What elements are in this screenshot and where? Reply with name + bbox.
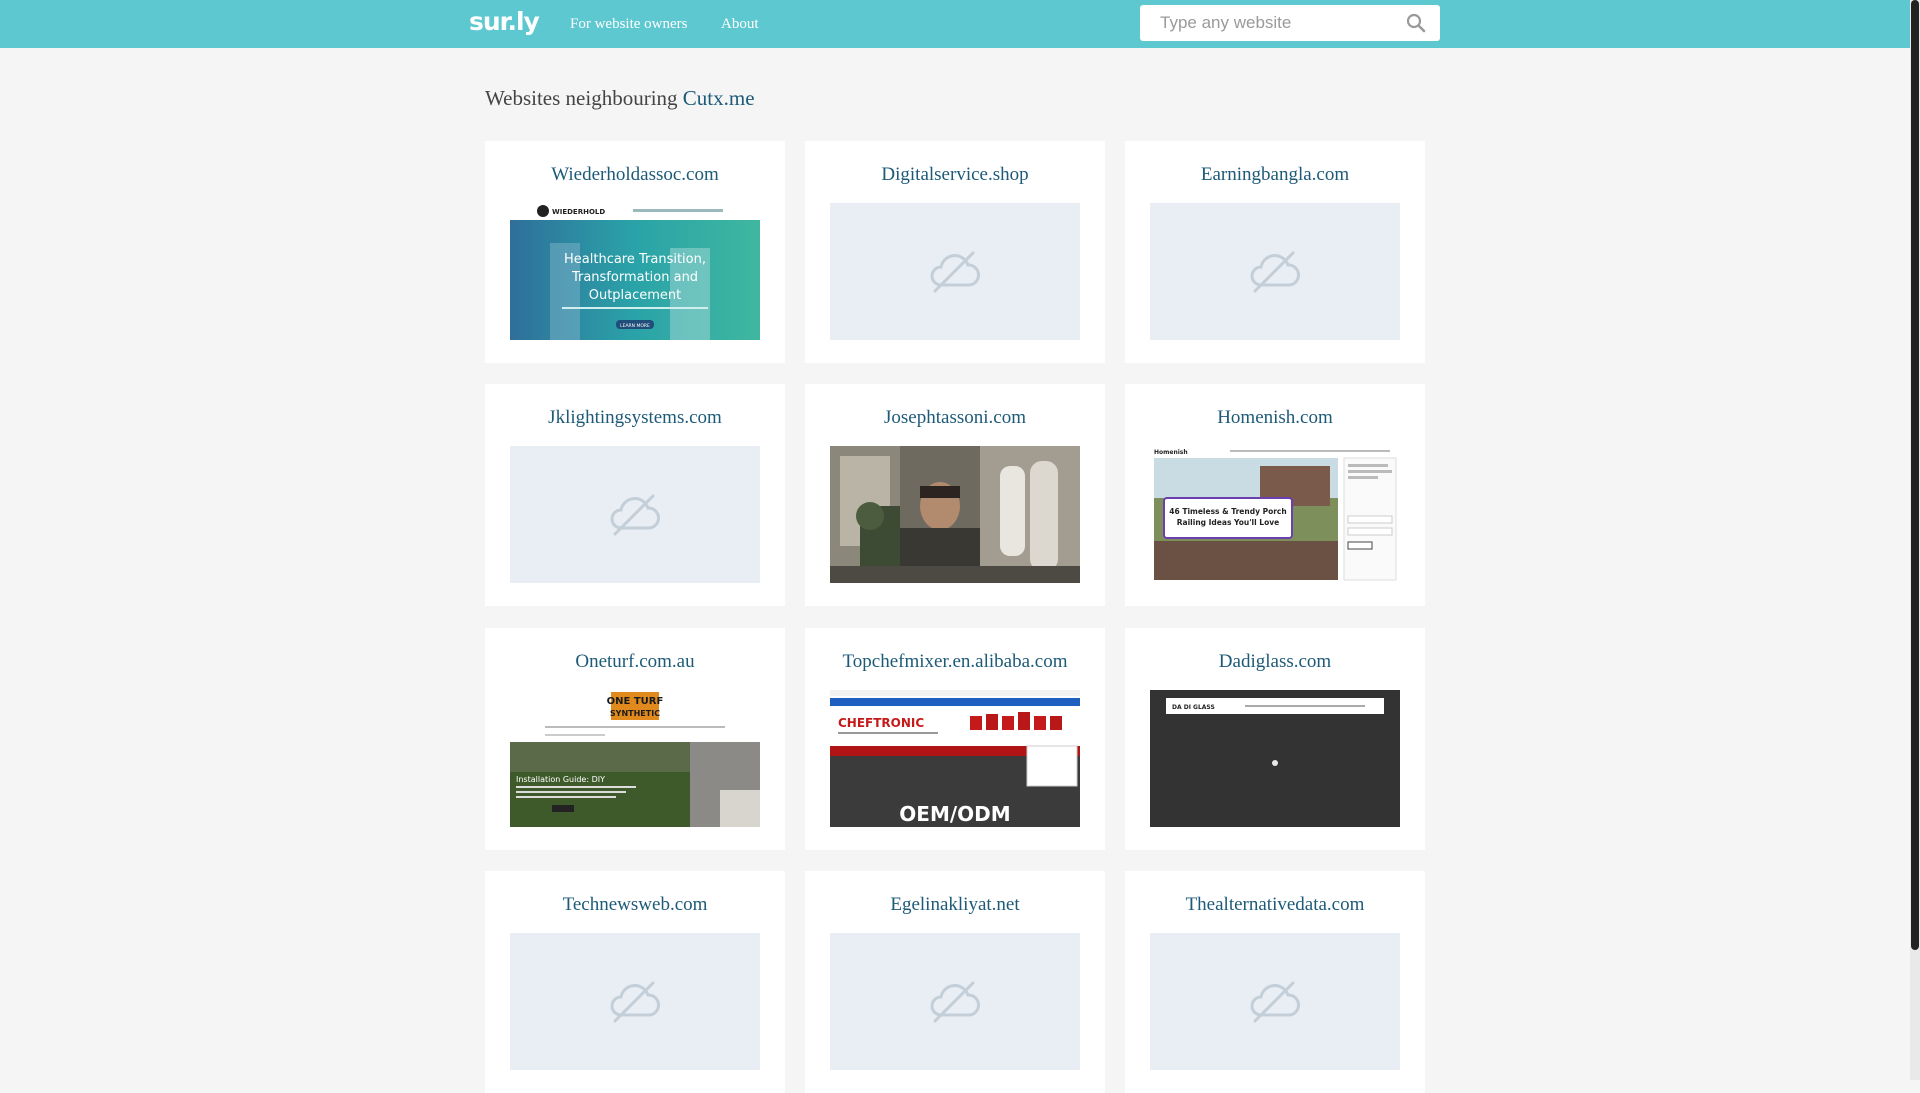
card-title[interactable]: Egelinakliyat.net <box>805 893 1105 917</box>
surly-logo[interactable]: sur.ly <box>469 6 540 38</box>
top-navigation-bar: sur.ly For website owners About <box>0 0 1910 48</box>
no-preview-cloud-icon <box>930 251 980 293</box>
card-title[interactable]: Homenish.com <box>1125 406 1425 430</box>
logo-text-end: ly <box>515 7 540 36</box>
website-card[interactable]: Thealternativedata.com <box>1125 871 1425 1093</box>
website-card[interactable]: Topchefmixer.en.alibaba.com CHEFTRONIC O… <box>805 628 1105 850</box>
website-thumbnail[interactable] <box>510 933 760 1070</box>
thumb-oem-odm: OEM/ODM <box>899 802 1010 826</box>
card-title[interactable]: Oneturf.com.au <box>485 650 785 674</box>
website-thumbnail[interactable]: DA DI GLASS <box>1150 690 1400 827</box>
card-title[interactable]: Dadiglass.com <box>1125 650 1425 674</box>
website-card[interactable]: Earningbangla.com <box>1125 141 1425 363</box>
website-card[interactable]: Digitalservice.shop <box>805 141 1105 363</box>
heading-site-name[interactable]: Cutx.me <box>683 86 755 110</box>
search-box <box>1140 5 1440 41</box>
website-card[interactable]: Dadiglass.com DA DI GLASS <box>1125 628 1425 850</box>
search-input[interactable] <box>1140 5 1390 41</box>
website-card[interactable]: Jklightingsystems.com <box>485 384 785 606</box>
website-thumbnail[interactable]: CHEFTRONIC OEM/ODM <box>830 690 1080 827</box>
thumb-headline-3: Outplacement <box>589 288 682 303</box>
no-preview-cloud-icon <box>1250 251 1300 293</box>
no-preview-cloud-icon <box>930 981 980 1023</box>
website-card[interactable]: Egelinakliyat.net <box>805 871 1105 1093</box>
website-thumbnail[interactable]: WIEDERHOLD Healthcare Transition, Transf… <box>510 203 760 340</box>
card-title[interactable]: Josephtassoni.com <box>805 406 1105 430</box>
thumb-oneturf-logo-2: SYNTHETIC <box>610 709 660 718</box>
website-thumbnail[interactable] <box>830 933 1080 1070</box>
heading-prefix: Websites neighbouring <box>485 86 683 110</box>
thumb-dadiglass-logo: DA DI GLASS <box>1172 704 1215 711</box>
thumb-homenish-logo: Homenish <box>1154 449 1188 456</box>
website-card[interactable]: Technewsweb.com <box>485 871 785 1093</box>
card-title[interactable]: Earningbangla.com <box>1125 163 1425 187</box>
card-title[interactable]: Jklightingsystems.com <box>485 406 785 430</box>
thumb-homenish-headline-1: 46 Timeless & Trendy Porch <box>1169 507 1286 516</box>
no-preview-cloud-icon <box>1250 981 1300 1023</box>
thumb-homenish-headline-2: Railing Ideas You'll Love <box>1177 518 1279 527</box>
logo-text: sur <box>469 7 508 36</box>
nav-link-about[interactable]: About <box>721 15 759 33</box>
search-icon[interactable] <box>1406 13 1426 33</box>
website-thumbnail[interactable] <box>1150 933 1400 1070</box>
card-title[interactable]: Digitalservice.shop <box>805 163 1105 187</box>
thumb-learn-more: LEARN MORE <box>620 323 650 329</box>
no-preview-cloud-icon <box>610 981 660 1023</box>
website-thumbnail[interactable] <box>830 446 1080 583</box>
nav-link-website-owners[interactable]: For website owners <box>570 15 687 33</box>
website-thumbnail[interactable] <box>510 446 760 583</box>
thumb-oneturf-headline: Installation Guide: DIY <box>516 775 605 784</box>
thumb-headline-2: Transformation and <box>571 270 698 285</box>
card-title[interactable]: Wiederholdassoc.com <box>485 163 785 187</box>
website-card[interactable]: Oneturf.com.au ONE TURF SYNTHETIC Instal… <box>485 628 785 850</box>
card-title[interactable]: Topchefmixer.en.alibaba.com <box>805 650 1105 674</box>
thumb-wiederhold-logo: WIEDERHOLD <box>552 208 605 216</box>
logo-dot: . <box>507 7 516 36</box>
website-thumbnail[interactable]: ONE TURF SYNTHETIC Installation Guide: D… <box>510 690 760 827</box>
thumb-oneturf-logo-1: ONE TURF <box>607 696 664 707</box>
thumb-cheftronic-logo: CHEFTRONIC <box>838 716 924 730</box>
scrollbar-thumb[interactable] <box>1911 0 1919 950</box>
card-title[interactable]: Thealternativedata.com <box>1125 893 1425 917</box>
no-preview-cloud-icon <box>610 494 660 536</box>
website-thumbnail[interactable]: Homenish 46 Timeless & Trendy Porch Rail… <box>1150 446 1400 583</box>
website-card[interactable]: Homenish.com Homenish 46 Timeless & Tren… <box>1125 384 1425 606</box>
website-thumbnail[interactable] <box>1150 203 1400 340</box>
thumb-headline-1: Healthcare Transition, <box>564 252 706 267</box>
card-title[interactable]: Technewsweb.com <box>485 893 785 917</box>
website-card[interactable]: Wiederholdassoc.com WIEDERHOLD Healthcar… <box>485 141 785 363</box>
website-card[interactable]: Josephtassoni.com <box>805 384 1105 606</box>
website-thumbnail[interactable] <box>830 203 1080 340</box>
page-heading: Websites neighbouring Cutx.me <box>485 84 755 112</box>
